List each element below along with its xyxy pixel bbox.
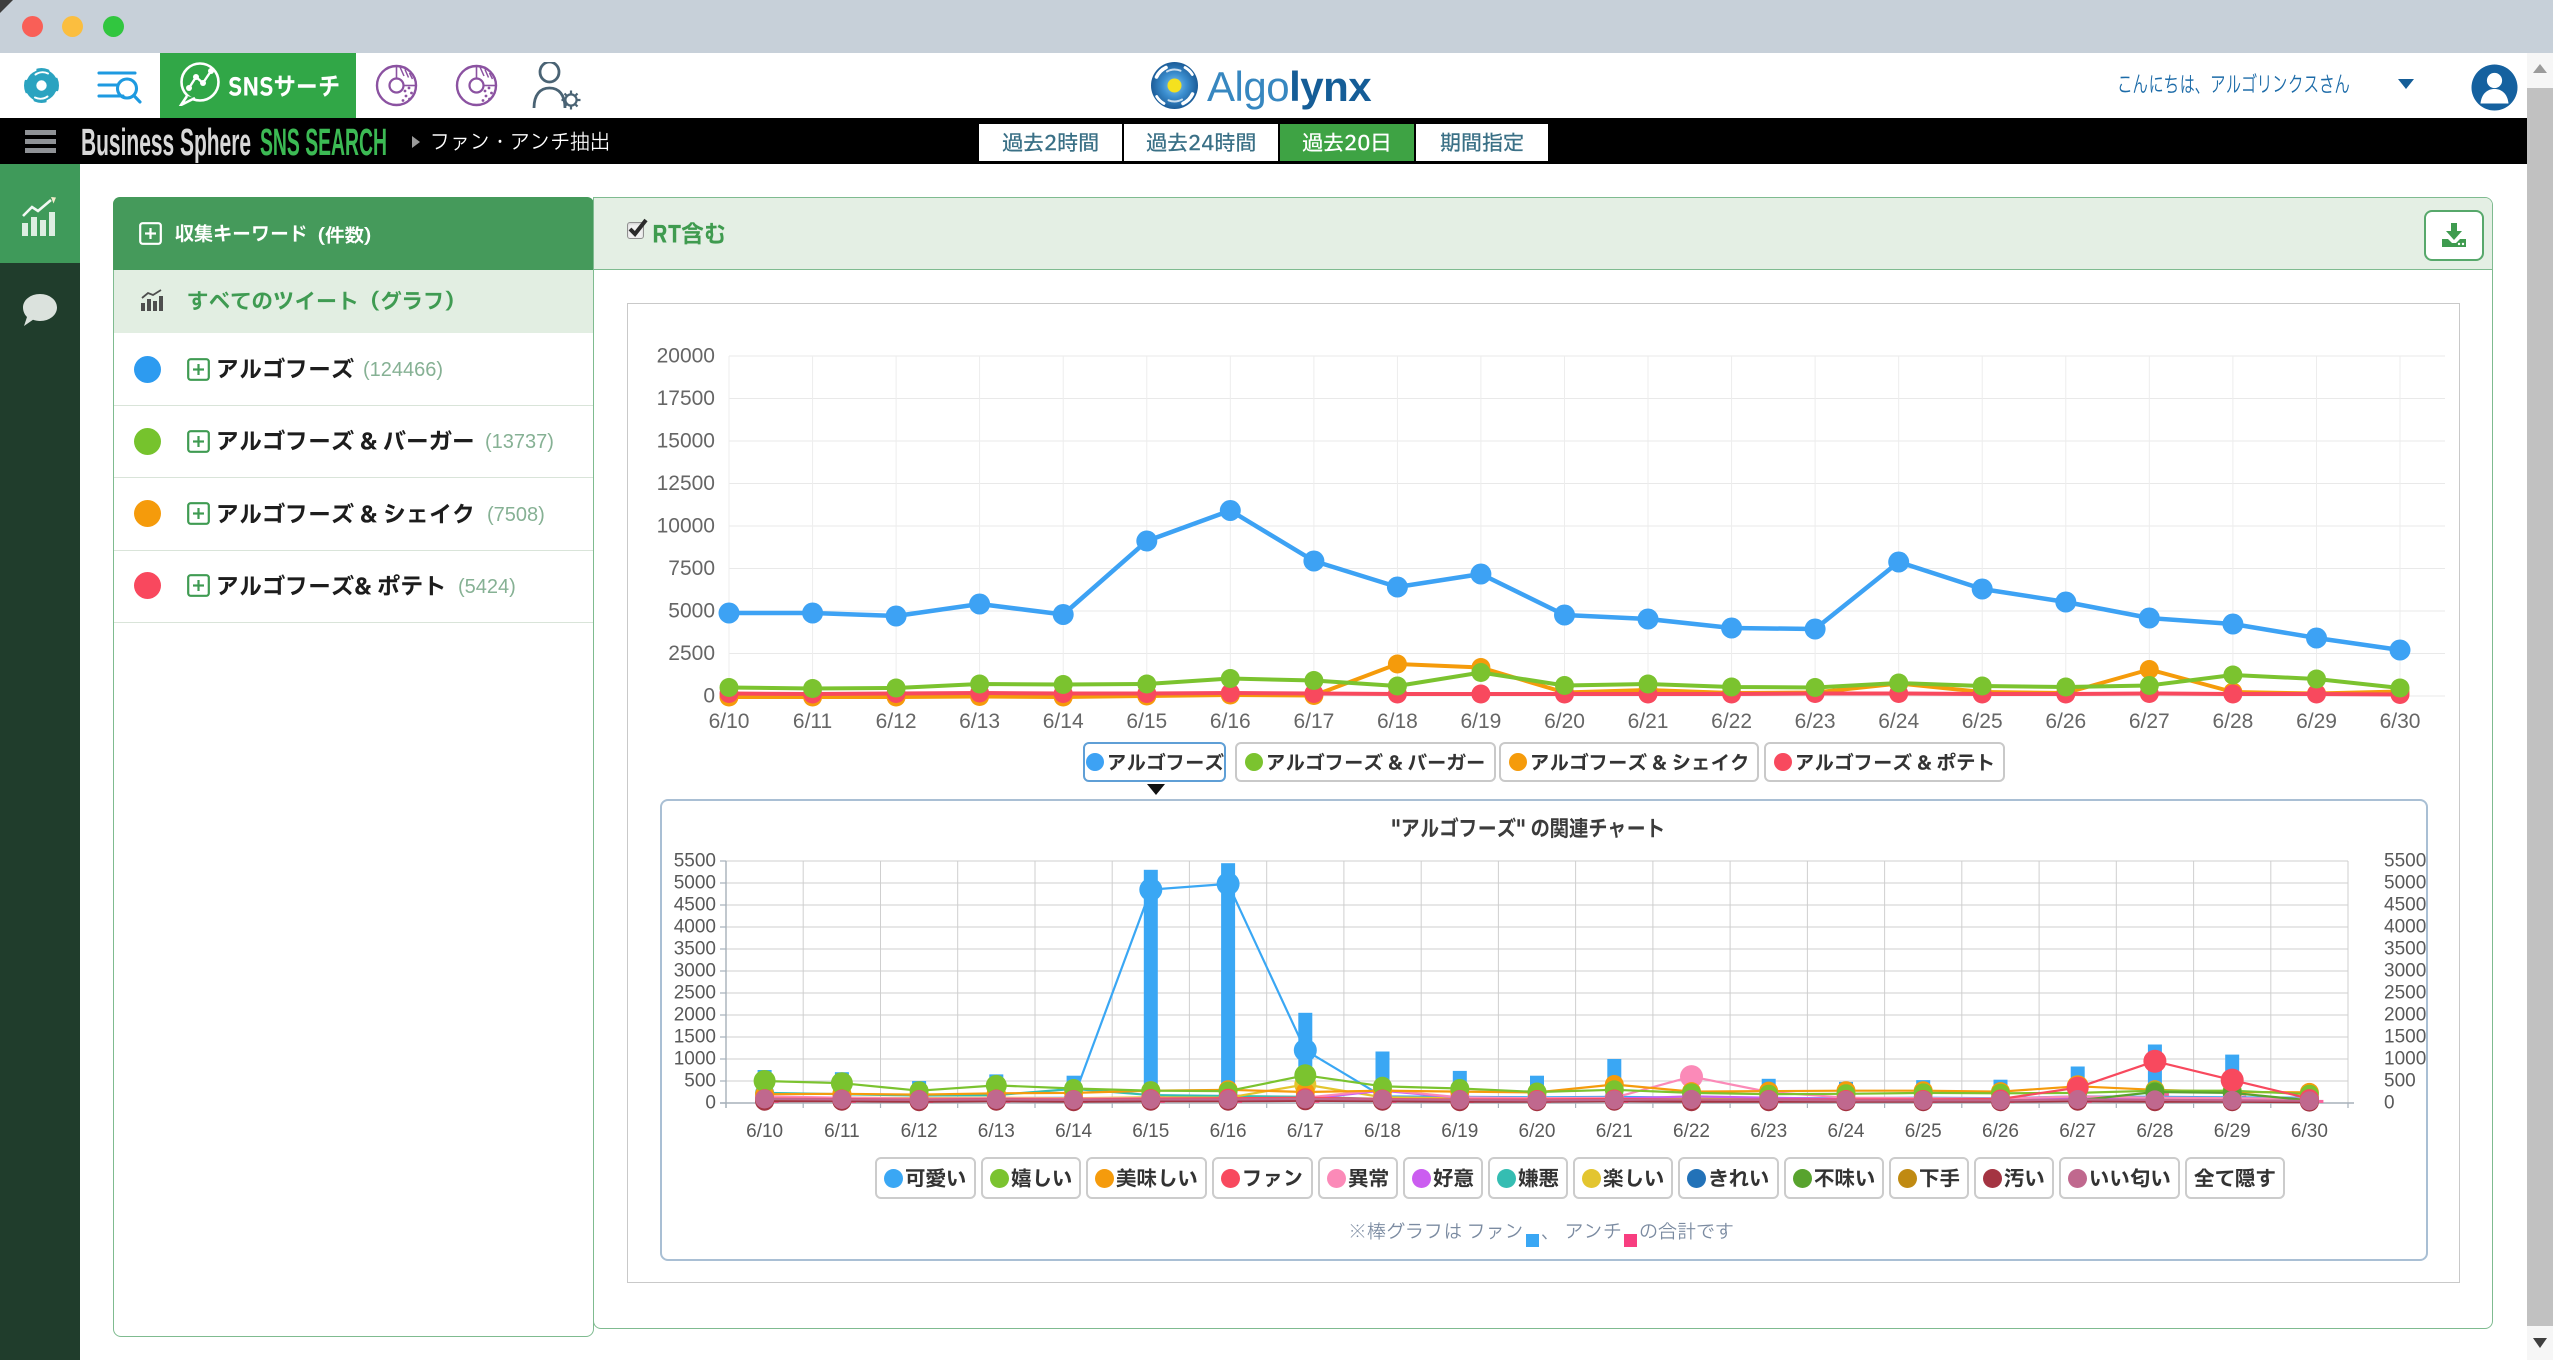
svg-text:1000: 1000	[674, 1049, 716, 1070]
svg-text:4000: 4000	[674, 917, 716, 938]
svg-text:Business Sphere: Business Sphere	[81, 122, 251, 164]
svg-text:6/17: 6/17	[1287, 1121, 1324, 1142]
svg-text:6/10: 6/10	[746, 1121, 783, 1142]
svg-text:4000: 4000	[2384, 917, 2426, 938]
svg-text:0: 0	[703, 685, 715, 708]
svg-text:6/29: 6/29	[2296, 710, 2337, 733]
svg-text:3000: 3000	[2384, 961, 2426, 982]
svg-text:6/24: 6/24	[1878, 710, 1919, 733]
svg-text:0: 0	[2384, 1093, 2395, 1114]
svg-text:3000: 3000	[674, 961, 716, 982]
svg-text:6/27: 6/27	[2129, 710, 2170, 733]
svg-text:6/26: 6/26	[2045, 710, 2086, 733]
svg-text:2500: 2500	[2384, 983, 2426, 1004]
svg-text:15000: 15000	[657, 430, 715, 453]
svg-text:10000: 10000	[657, 515, 715, 538]
svg-text:6/10: 6/10	[709, 710, 750, 733]
svg-text:6/28: 6/28	[2136, 1121, 2173, 1142]
svg-text:6/15: 6/15	[1132, 1121, 1169, 1142]
svg-text:6/14: 6/14	[1055, 1121, 1092, 1142]
svg-text:5000: 5000	[668, 600, 715, 623]
svg-text:500: 500	[2384, 1071, 2416, 1092]
svg-text:6/12: 6/12	[901, 1121, 938, 1142]
svg-text:6/13: 6/13	[959, 710, 1000, 733]
svg-text:6/27: 6/27	[2059, 1121, 2096, 1142]
svg-text:6/11: 6/11	[824, 1121, 860, 1142]
svg-text:6/30: 6/30	[2291, 1121, 2328, 1142]
svg-text:6/20: 6/20	[1544, 710, 1585, 733]
svg-text:6/18: 6/18	[1364, 1121, 1401, 1142]
svg-text:6/15: 6/15	[1126, 710, 1167, 733]
svg-text:17500: 17500	[657, 387, 715, 410]
svg-text:1500: 1500	[674, 1027, 716, 1048]
svg-text:5500: 5500	[2384, 851, 2426, 872]
svg-text:3500: 3500	[2384, 939, 2426, 960]
svg-text:6/28: 6/28	[2212, 710, 2253, 733]
svg-text:4500: 4500	[2384, 895, 2426, 916]
svg-text:20000: 20000	[657, 345, 715, 368]
svg-text:6/16: 6/16	[1210, 710, 1251, 733]
svg-text:6/23: 6/23	[1795, 710, 1836, 733]
svg-text:5000: 5000	[674, 873, 716, 894]
svg-text:1000: 1000	[2384, 1049, 2426, 1070]
svg-text:SNS SEARCH: SNS SEARCH	[260, 122, 387, 164]
svg-text:3500: 3500	[674, 939, 716, 960]
svg-text:6/21: 6/21	[1596, 1121, 1633, 1142]
svg-text:6/19: 6/19	[1441, 1121, 1478, 1142]
svg-text:6/12: 6/12	[876, 710, 917, 733]
svg-text:7500: 7500	[668, 557, 715, 580]
svg-text:500: 500	[684, 1071, 716, 1092]
svg-text:6/11: 6/11	[793, 710, 832, 733]
svg-text:6/17: 6/17	[1293, 710, 1334, 733]
svg-text:6/16: 6/16	[1210, 1121, 1247, 1142]
svg-text:5500: 5500	[674, 851, 716, 872]
svg-text:0: 0	[705, 1093, 716, 1114]
svg-text:6/18: 6/18	[1377, 710, 1418, 733]
svg-text:6/19: 6/19	[1460, 710, 1501, 733]
svg-text:4500: 4500	[674, 895, 716, 916]
svg-text:6/26: 6/26	[1982, 1121, 2019, 1142]
svg-text:6/24: 6/24	[1828, 1121, 1865, 1142]
svg-text:6/22: 6/22	[1711, 710, 1752, 733]
svg-text:6/25: 6/25	[1962, 710, 2003, 733]
svg-text:6/20: 6/20	[1519, 1121, 1556, 1142]
svg-text:2500: 2500	[674, 983, 716, 1004]
svg-text:6/30: 6/30	[2380, 710, 2421, 733]
svg-text:2000: 2000	[674, 1005, 716, 1026]
svg-text:6/29: 6/29	[2214, 1121, 2251, 1142]
svg-text:1500: 1500	[2384, 1027, 2426, 1048]
svg-text:6/13: 6/13	[978, 1121, 1015, 1142]
svg-text:6/14: 6/14	[1043, 710, 1084, 733]
svg-text:6/25: 6/25	[1905, 1121, 1942, 1142]
svg-text:6/23: 6/23	[1750, 1121, 1787, 1142]
svg-text:12500: 12500	[657, 472, 715, 495]
svg-text:6/22: 6/22	[1673, 1121, 1710, 1142]
svg-text:5000: 5000	[2384, 873, 2426, 894]
svg-text:2000: 2000	[2384, 1005, 2426, 1026]
svg-text:2500: 2500	[668, 642, 715, 665]
svg-text:6/21: 6/21	[1628, 710, 1669, 733]
